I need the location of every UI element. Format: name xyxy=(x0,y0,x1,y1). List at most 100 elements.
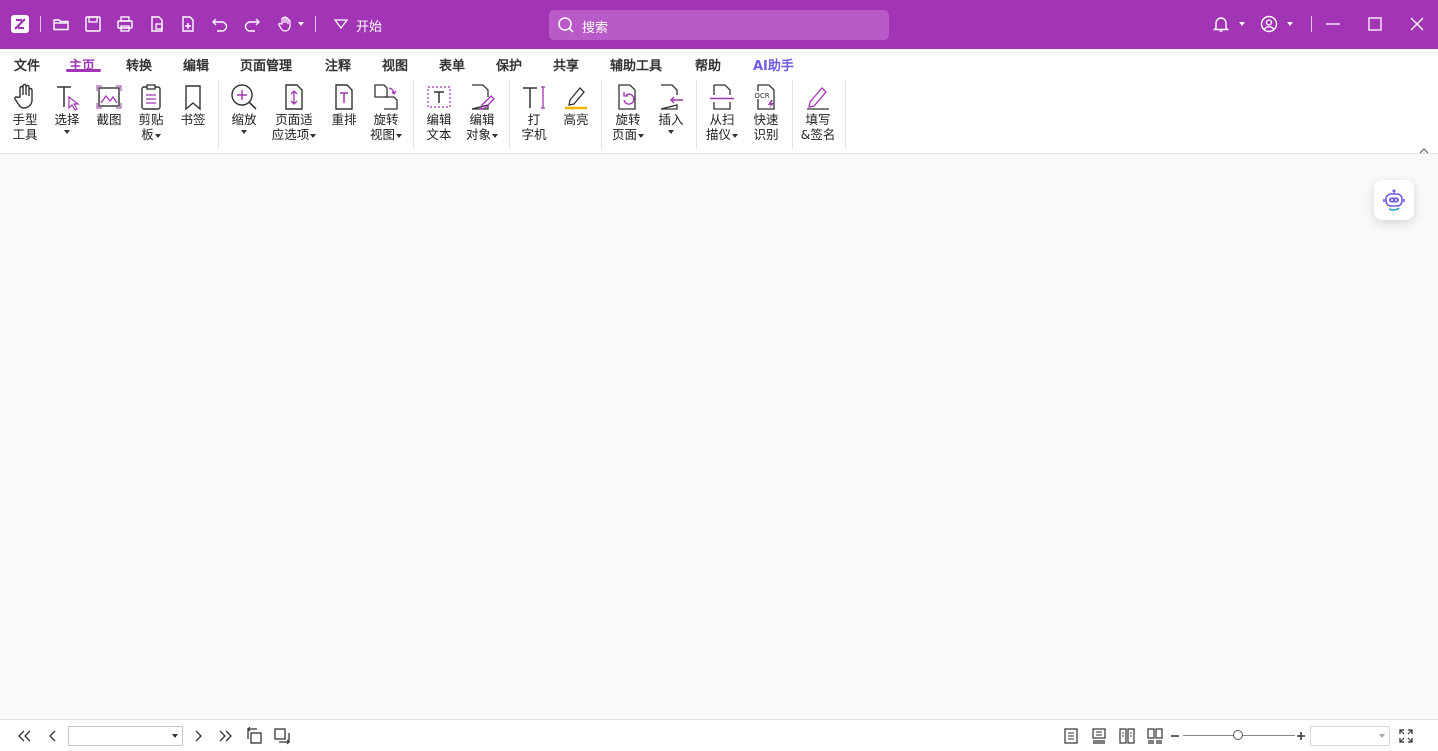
edit-text-button[interactable]: 编辑 文本 xyxy=(418,77,460,149)
insert-page-icon xyxy=(657,82,685,112)
ribbon-separator xyxy=(413,80,414,150)
rotate-page-icon xyxy=(614,82,642,112)
clipboard-button[interactable]: 剪贴 板 xyxy=(130,77,172,149)
redo-icon[interactable] xyxy=(241,13,263,35)
undo-icon[interactable] xyxy=(209,13,231,35)
separator xyxy=(40,16,41,32)
fill-sign-button[interactable]: 填写 &签名 xyxy=(797,77,839,149)
next-view-icon[interactable] xyxy=(273,727,291,745)
fullscreen-icon[interactable] xyxy=(1397,727,1415,745)
maximize-icon[interactable] xyxy=(1364,13,1386,35)
collapse-ribbon-icon[interactable] xyxy=(1419,140,1429,154)
app-logo-icon[interactable] xyxy=(9,13,31,35)
hand-tool-button[interactable]: 手型 工具 xyxy=(4,77,46,149)
user-account-icon[interactable] xyxy=(1258,13,1280,35)
edit-text-label: 编辑 xyxy=(426,112,452,127)
chevron-down-icon[interactable] xyxy=(298,22,304,26)
chevron-down-icon[interactable] xyxy=(1287,22,1293,26)
tab-ai-assistant[interactable]: AI助手 xyxy=(753,55,794,74)
edit-object-label-2: 对象 xyxy=(466,127,498,142)
tab-help[interactable]: 帮助 xyxy=(695,55,721,74)
new-file-icon[interactable] xyxy=(177,13,199,35)
continuous-view-icon[interactable] xyxy=(1090,727,1108,745)
zoom-label: 缩放 xyxy=(231,112,257,127)
page-number-input[interactable] xyxy=(68,726,183,746)
save-icon[interactable] xyxy=(82,13,104,35)
tab-page-management[interactable]: 页面管理 xyxy=(240,55,292,74)
bell-icon[interactable] xyxy=(1210,13,1232,35)
rotate-view-button[interactable]: 旋转 视图 xyxy=(365,77,407,149)
select-button[interactable]: 选择 xyxy=(46,77,88,149)
typewriter-button[interactable]: 打 字机 xyxy=(514,77,554,149)
document-area[interactable] xyxy=(0,155,1438,719)
start-label[interactable]: 开始 xyxy=(356,16,382,35)
minimize-icon[interactable] xyxy=(1322,13,1344,35)
tab-share[interactable]: 共享 xyxy=(553,55,579,74)
fill-sign-icon xyxy=(804,82,832,112)
highlight-label: 高亮 xyxy=(563,112,589,127)
zoom-button[interactable]: 缩放 xyxy=(223,77,265,149)
chevron-down-icon[interactable] xyxy=(732,133,738,138)
insert-label: 插入 xyxy=(658,112,684,127)
tab-comment[interactable]: 注释 xyxy=(325,55,351,74)
chevron-down-icon[interactable] xyxy=(668,130,674,134)
next-page-icon[interactable] xyxy=(189,727,207,745)
continuous-facing-view-icon[interactable] xyxy=(1146,727,1164,745)
zoom-out-icon[interactable] xyxy=(1166,727,1184,745)
zoom-level-input[interactable] xyxy=(1310,726,1390,746)
chevron-down-icon[interactable] xyxy=(396,133,402,138)
search-input[interactable]: 搜索 xyxy=(582,17,608,36)
open-folder-icon[interactable] xyxy=(50,13,72,35)
tab-protect[interactable]: 保护 xyxy=(496,55,522,74)
facing-view-icon[interactable] xyxy=(1118,727,1136,745)
snapshot-button[interactable]: 截图 xyxy=(89,77,129,149)
previous-view-icon[interactable] xyxy=(245,727,263,745)
previous-page-icon[interactable] xyxy=(44,727,62,745)
tab-view[interactable]: 视图 xyxy=(382,55,408,74)
tab-file[interactable]: 文件 xyxy=(14,55,40,74)
chevron-down-icon[interactable] xyxy=(1239,22,1245,26)
close-icon[interactable] xyxy=(1406,13,1428,35)
chevron-down-icon[interactable] xyxy=(638,133,644,138)
last-page-icon[interactable] xyxy=(217,727,235,745)
tab-form[interactable]: 表单 xyxy=(439,55,465,74)
ribbon-separator xyxy=(601,80,602,150)
ai-assistant-button[interactable] xyxy=(1374,180,1414,220)
chevron-down-icon[interactable] xyxy=(492,133,498,138)
highlight-button[interactable]: 高亮 xyxy=(556,77,596,149)
ribbon-separator xyxy=(218,80,219,150)
hand-tool-icon[interactable] xyxy=(274,13,296,35)
edit-object-button[interactable]: 编辑 对象 xyxy=(460,77,504,149)
search-box[interactable]: 搜索 xyxy=(549,10,889,40)
fit-page-button[interactable]: 页面适 应选项 xyxy=(266,77,322,149)
zoom-in-icon[interactable] xyxy=(1292,727,1310,745)
bookmark-button[interactable]: 书签 xyxy=(173,77,213,149)
chevron-down-icon[interactable] xyxy=(310,133,317,138)
bookmark-label: 书签 xyxy=(180,112,206,127)
export-icon[interactable] xyxy=(146,13,168,35)
print-icon[interactable] xyxy=(114,13,136,35)
reflow-button[interactable]: 重排 xyxy=(324,77,364,149)
chevron-down-icon[interactable] xyxy=(172,734,178,738)
customize-dropdown-icon[interactable] xyxy=(330,13,352,35)
tab-convert[interactable]: 转换 xyxy=(126,55,152,74)
clipboard-label-2: 板 xyxy=(141,127,161,142)
rotate-page-button[interactable]: 旋转 页面 xyxy=(606,77,650,149)
first-page-icon[interactable] xyxy=(15,727,33,745)
single-page-view-icon[interactable] xyxy=(1062,727,1080,745)
tab-edit[interactable]: 编辑 xyxy=(183,55,209,74)
zoom-slider-thumb[interactable] xyxy=(1233,730,1243,740)
chevron-down-icon[interactable] xyxy=(154,133,161,138)
quick-ocr-label-2: 识别 xyxy=(753,127,779,142)
tab-accessibility[interactable]: 辅助工具 xyxy=(610,55,662,74)
snapshot-icon xyxy=(95,82,123,112)
quick-ocr-button[interactable]: OCR 快速 识别 xyxy=(745,77,787,149)
hand-icon xyxy=(11,82,39,112)
chevron-down-icon[interactable] xyxy=(64,130,70,134)
ribbon-toolbar: 手型 工具 选择 截图 剪贴 板 书签 缩放 页面适 应选项 重排 旋转 视图 … xyxy=(0,77,1438,154)
typewriter-label-2: 字机 xyxy=(521,127,547,142)
from-scanner-button[interactable]: 从扫 描仪 xyxy=(701,77,743,149)
chevron-down-icon[interactable] xyxy=(1379,734,1385,738)
chevron-down-icon[interactable] xyxy=(241,130,247,134)
insert-button[interactable]: 插入 xyxy=(651,77,691,149)
